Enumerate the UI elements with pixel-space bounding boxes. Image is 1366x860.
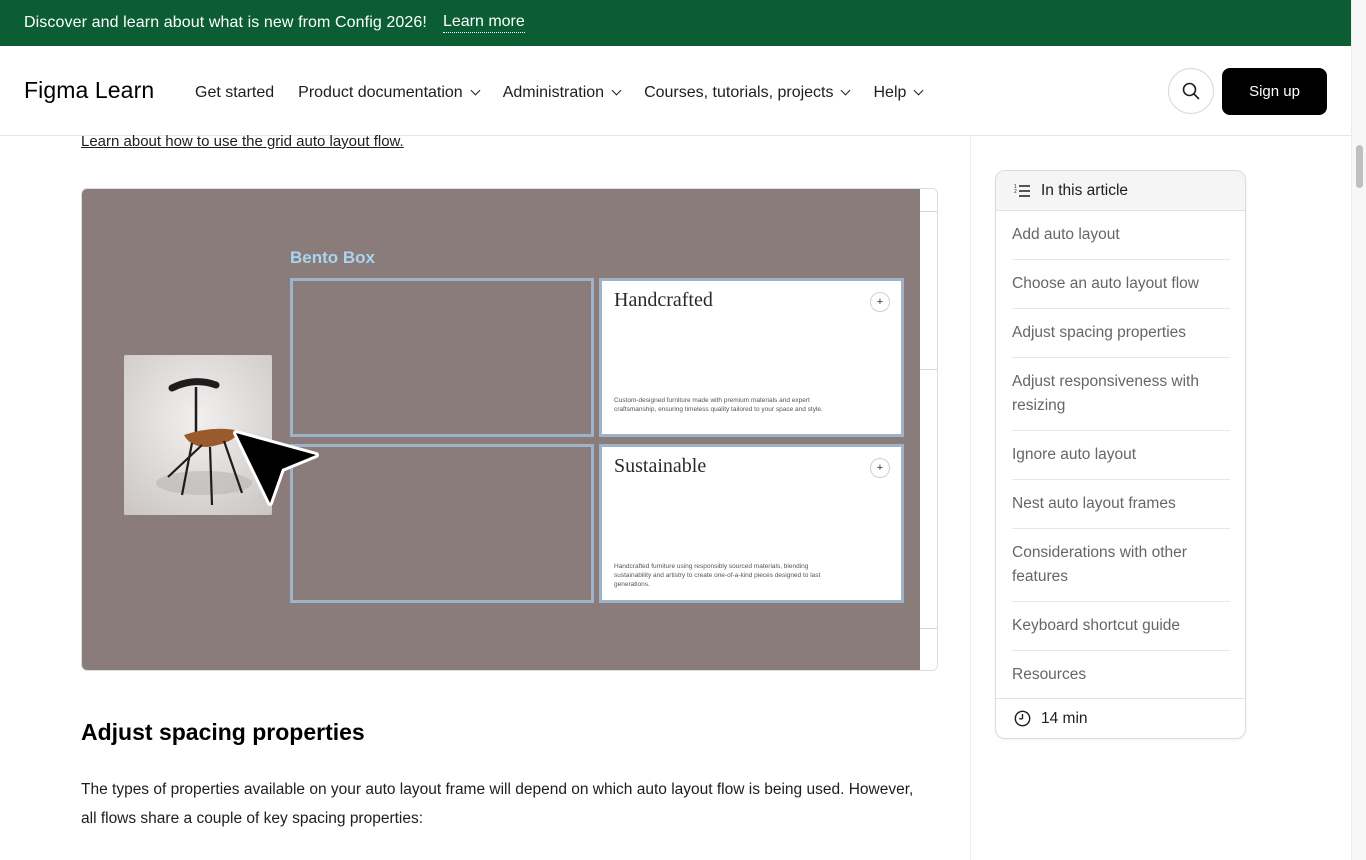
article-main: Learn about how to use the grid auto lay… — [0, 133, 970, 860]
nav-label: Administration — [502, 84, 605, 101]
cursor-arrow-icon — [233, 430, 319, 506]
page-scrollbar[interactable] — [1351, 0, 1366, 860]
handcrafted-card: Handcrafted + Custom-designed furniture … — [599, 278, 904, 437]
bento-empty-cell — [290, 278, 594, 437]
sustainable-card: Sustainable + Handcrafted furniture usin… — [599, 444, 904, 603]
nav-product-documentation[interactable]: Product documentation — [298, 84, 481, 102]
nav-courses-tutorials-projects[interactable]: Courses, tutorials, projects — [644, 84, 851, 102]
toc-item[interactable]: Choose an auto layout flow — [1012, 260, 1230, 309]
nav-label: Product documentation — [298, 84, 463, 101]
card-description: Handcrafted furniture using responsibly … — [614, 563, 821, 588]
toc-item[interactable]: Add auto layout — [1012, 211, 1230, 260]
card-description: Custom-designed furniture made with prem… — [614, 397, 823, 413]
read-time-label: 14 min — [1041, 709, 1088, 727]
search-icon — [1182, 82, 1200, 100]
plus-icon: + — [870, 458, 890, 478]
svg-text:2: 2 — [1014, 189, 1017, 195]
chevron-down-icon — [470, 85, 481, 96]
toc-item[interactable]: Ignore auto layout — [1012, 431, 1230, 480]
chevron-down-icon — [841, 85, 851, 96]
section-heading-adjust-spacing: Adjust spacing properties — [81, 719, 365, 745]
site-header: Figma Learn Get started Product document… — [0, 46, 1351, 136]
site-logo[interactable]: Figma Learn — [24, 77, 154, 104]
main-nav: Get started Product documentation Admini… — [195, 84, 946, 102]
toc-list: Add auto layout Choose an auto layout fl… — [1012, 211, 1230, 699]
nav-label: Help — [873, 84, 907, 101]
toc-item[interactable]: Resources — [1012, 651, 1230, 699]
nav-label: Get started — [195, 84, 275, 101]
section-paragraph: The types of properties available on you… — [81, 781, 914, 827]
figure-background: Bento Box Handcrafted + Custom-designed … — [82, 189, 920, 670]
toc-title: In this article — [1041, 181, 1129, 199]
toc-item[interactable]: Keyboard shortcut guide — [1012, 602, 1230, 651]
bento-box-title: Bento Box — [290, 248, 375, 267]
nav-help[interactable]: Help — [873, 84, 924, 102]
card-title: Handcrafted — [614, 289, 713, 311]
nav-administration[interactable]: Administration — [502, 84, 622, 102]
grid-auto-layout-link[interactable]: Learn about how to use the grid auto lay… — [81, 133, 404, 150]
toc-item[interactable]: Nest auto layout frames — [1012, 480, 1230, 529]
toc-item[interactable]: Adjust responsiveness with resizing — [1012, 358, 1230, 431]
list-icon: 1 2 — [1014, 184, 1030, 197]
clock-icon — [1014, 710, 1031, 727]
nav-get-started[interactable]: Get started — [195, 84, 274, 102]
scrollbar-thumb[interactable] — [1356, 145, 1363, 188]
toc-header: 1 2 In this article — [996, 171, 1245, 211]
bento-box-figure: Bento Box Handcrafted + Custom-designed … — [81, 188, 938, 671]
banner-learn-more-link[interactable]: Learn more — [442, 13, 525, 33]
chevron-down-icon — [611, 85, 622, 96]
chevron-down-icon — [913, 85, 924, 96]
column-divider — [970, 137, 971, 860]
bento-empty-cell — [290, 444, 594, 603]
toc-item[interactable]: Considerations with other features — [1012, 529, 1230, 602]
nav-label: Courses, tutorials, projects — [644, 84, 834, 101]
figure-edge-strip — [920, 189, 937, 670]
plus-icon: + — [870, 292, 890, 312]
search-button[interactable] — [1168, 68, 1214, 114]
banner-message: Discover and learn about what is new fro… — [24, 14, 427, 31]
card-title: Sustainable — [614, 455, 707, 477]
sign-up-button[interactable]: Sign up — [1222, 68, 1327, 115]
toc-read-time: 14 min — [996, 698, 1245, 738]
toc-item[interactable]: Adjust spacing properties — [1012, 309, 1230, 358]
announcement-banner: Discover and learn about what is new fro… — [0, 0, 1351, 46]
table-of-contents: 1 2 In this article Add auto layout Choo… — [995, 170, 1246, 739]
